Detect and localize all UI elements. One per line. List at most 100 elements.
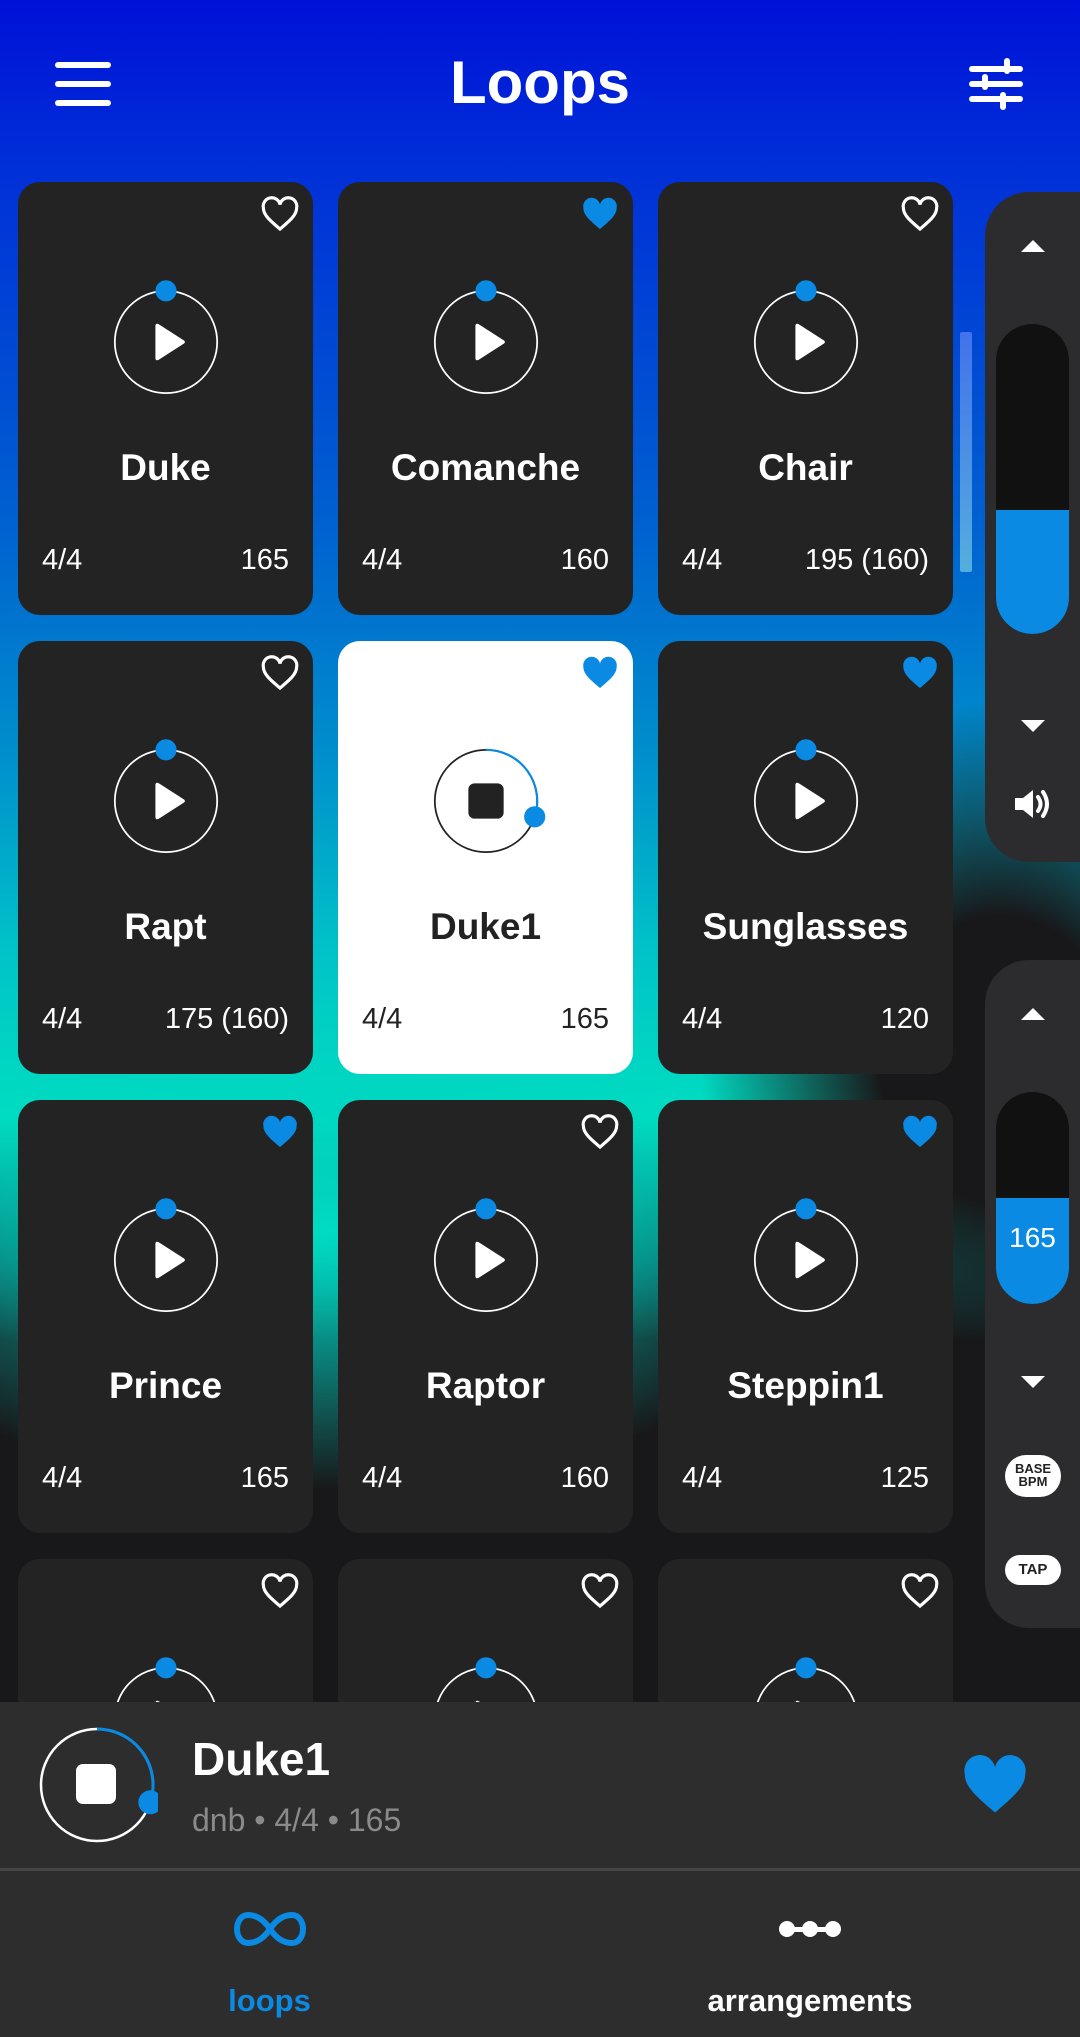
tempo-up-button[interactable] (985, 990, 1080, 1040)
loop-card[interactable]: Rapt 4/4 175 (160) (18, 641, 313, 1074)
favorite-button[interactable] (261, 655, 299, 691)
play-button[interactable] (746, 1657, 866, 1702)
play-ring (433, 280, 539, 395)
loop-card[interactable] (338, 1559, 633, 1702)
loop-time-signature: 4/4 (682, 1462, 723, 1494)
loop-name: Comanche (390, 447, 581, 488)
play-ring (113, 280, 219, 395)
now-playing-subtitle: dnb • 4/4 • 165 (192, 1802, 402, 1838)
play-button[interactable] (106, 1657, 226, 1702)
tempo-slider[interactable]: 165 (996, 1092, 1069, 1304)
play-button[interactable] (106, 739, 226, 861)
loop-bpm: 120 (880, 1003, 929, 1035)
favorite-button[interactable] (901, 1573, 939, 1609)
loop-time-signature: 4/4 (42, 1003, 83, 1035)
volume-down-button[interactable] (985, 702, 1080, 752)
heart-outline-icon (261, 196, 299, 232)
volume-slider[interactable] (996, 324, 1069, 634)
volume-slider-fill (996, 510, 1069, 634)
heart-outline-icon (901, 1573, 939, 1609)
play-icon (475, 1241, 505, 1279)
favorite-button[interactable] (901, 655, 939, 691)
play-icon (155, 323, 185, 361)
play-button[interactable] (106, 280, 226, 402)
tempo-panel: 165 BASE BPM TAP (985, 960, 1080, 1628)
loop-name: Chair (758, 447, 853, 488)
favorite-button[interactable] (581, 655, 619, 691)
play-icon (155, 782, 185, 820)
heart-outline-icon (901, 196, 939, 232)
loop-bpm: 195 (160) (804, 544, 929, 576)
heart-filled-icon (583, 197, 617, 230)
scrollbar[interactable] (960, 332, 972, 572)
play-icon (795, 782, 825, 820)
loop-bpm: 160 (560, 544, 609, 576)
loop-name: Prince (108, 1365, 223, 1406)
loops-grid: Duke 4/4 165 Comanche 4/4 160 Chair 4/4 195 (1… (0, 0, 980, 1702)
favorite-button[interactable] (261, 196, 299, 232)
stop-icon (76, 1764, 116, 1804)
heart-outline-icon (581, 1573, 619, 1609)
loop-card[interactable]: Duke 4/4 165 (18, 182, 313, 615)
loop-card[interactable]: Prince 4/4 165 (18, 1100, 313, 1533)
loop-card[interactable]: Duke1 4/4 165 (338, 641, 633, 1074)
play-button[interactable] (426, 280, 546, 402)
now-playing-favorite-button[interactable] (962, 1754, 1028, 1816)
play-ring (753, 280, 859, 395)
stop-button[interactable] (426, 741, 546, 861)
bottom-navigation: loops arrangements (0, 1871, 1080, 2037)
loop-card[interactable]: Steppin1 4/4 125 (658, 1100, 953, 1533)
progress-ring (39, 1727, 163, 1843)
now-playing-stop-button[interactable] (36, 1724, 163, 1846)
now-playing-bar[interactable]: Duke1 dnb • 4/4 • 165 (0, 1702, 1080, 1868)
favorite-button[interactable] (581, 1573, 619, 1609)
loop-time-signature: 4/4 (682, 1003, 723, 1035)
play-button[interactable] (426, 1657, 546, 1702)
loop-bpm: 165 (240, 1462, 289, 1494)
play-button[interactable] (426, 1198, 546, 1320)
speaker-icon (1015, 790, 1049, 818)
tap-tempo-button[interactable]: TAP (1005, 1555, 1061, 1585)
tempo-value: 165 (1009, 1222, 1056, 1253)
favorite-button[interactable] (261, 1114, 299, 1150)
heart-filled-icon (964, 1755, 1026, 1813)
tempo-down-button[interactable] (985, 1358, 1080, 1408)
play-ring (753, 1198, 859, 1313)
loop-time-signature: 4/4 (42, 544, 83, 576)
loop-time-signature: 4/4 (362, 1003, 403, 1035)
mute-button[interactable] (1013, 786, 1053, 822)
nav-tab-arrangements[interactable]: arrangements (540, 1871, 1080, 2037)
play-ring (753, 739, 859, 854)
favorite-button[interactable] (261, 1573, 299, 1609)
play-button[interactable] (746, 1198, 866, 1320)
play-icon (795, 323, 825, 361)
play-icon (475, 323, 505, 361)
loop-time-signature: 4/4 (362, 1462, 403, 1494)
favorite-button[interactable] (901, 1114, 939, 1150)
favorite-button[interactable] (581, 1114, 619, 1150)
loop-time-signature: 4/4 (682, 544, 723, 576)
play-button[interactable] (746, 739, 866, 861)
heart-filled-icon (263, 1115, 297, 1148)
loop-name: Duke1 (429, 906, 542, 947)
play-button[interactable] (746, 280, 866, 402)
volume-up-button[interactable] (985, 222, 1080, 272)
loop-card[interactable]: Sunglasses 4/4 120 (658, 641, 953, 1074)
loop-card[interactable]: Chair 4/4 195 (160) (658, 182, 953, 615)
nav-label-arrangements: arrangements (707, 1983, 913, 2018)
loop-card[interactable] (18, 1559, 313, 1702)
favorite-button[interactable] (581, 196, 619, 232)
play-button[interactable] (106, 1198, 226, 1320)
loop-card[interactable] (658, 1559, 953, 1702)
base-bpm-button[interactable]: BASE BPM (1005, 1455, 1061, 1497)
loop-card[interactable]: Raptor 4/4 160 (338, 1100, 633, 1533)
loop-card[interactable]: Comanche 4/4 160 (338, 182, 633, 615)
nav-tab-loops[interactable]: loops (0, 1871, 540, 2037)
play-ring (433, 1198, 539, 1313)
loop-bpm: 160 (560, 1462, 609, 1494)
heart-filled-icon (903, 1115, 937, 1148)
favorite-button[interactable] (901, 196, 939, 232)
heart-outline-icon (261, 1573, 299, 1609)
stop-icon (468, 783, 504, 819)
heart-outline-icon (581, 1114, 619, 1150)
